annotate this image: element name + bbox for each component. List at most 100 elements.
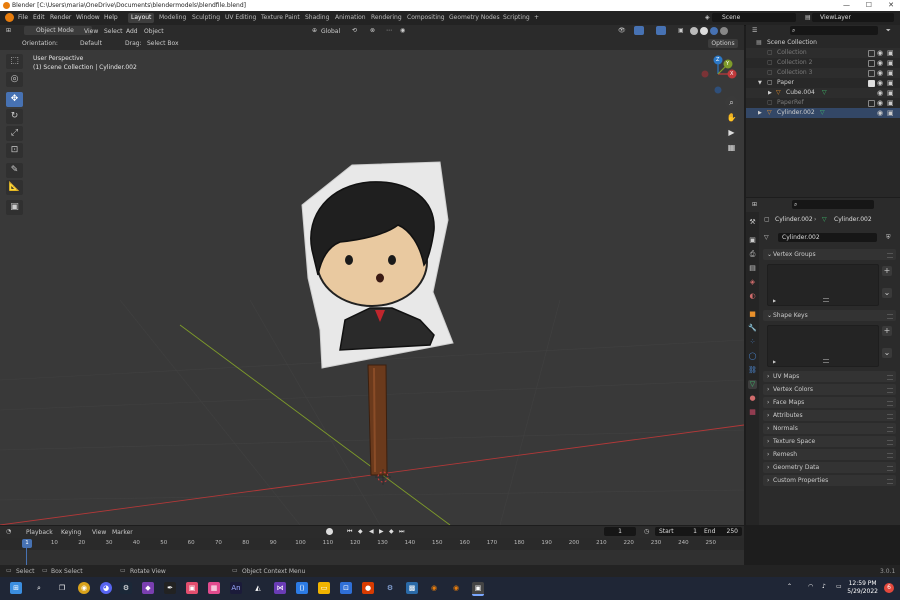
drag-grip-icon[interactable] xyxy=(887,253,893,258)
settings-icon[interactable]: ⚙ xyxy=(384,582,396,594)
editor-type-icon[interactable]: ⊞ xyxy=(6,27,11,34)
volume-icon[interactable]: ♪ xyxy=(822,583,826,590)
menu-marker[interactable]: Marker xyxy=(112,529,133,536)
task-view-icon[interactable]: ❐ xyxy=(56,582,68,594)
tray-chevron-icon[interactable]: ⌃ xyxy=(787,583,792,590)
menu-file[interactable]: File xyxy=(18,14,28,21)
snap-icon[interactable]: ⊗ xyxy=(370,27,375,34)
xray-icon[interactable]: ▣ xyxy=(678,27,684,34)
modifier-tab-icon[interactable]: 🔧 xyxy=(748,324,757,333)
drag-grip-icon[interactable] xyxy=(887,466,893,471)
file-explorer-icon[interactable]: ▭ xyxy=(318,582,330,594)
panel-remesh[interactable]: › Remesh xyxy=(763,449,896,460)
menu-select[interactable]: Select xyxy=(104,28,123,35)
tab-rendering[interactable]: Rendering xyxy=(368,13,405,23)
camera-icon[interactable]: ▣ xyxy=(887,48,894,58)
menu-object[interactable]: Object xyxy=(144,28,164,35)
playhead-marker[interactable]: 1 xyxy=(22,539,32,548)
notification-icon[interactable]: 6 xyxy=(884,583,894,593)
play-icon[interactable]: ▶ xyxy=(379,528,384,535)
panel-attributes[interactable]: › Attributes xyxy=(763,410,896,421)
eye-icon[interactable]: ◉ xyxy=(877,58,883,68)
timeline-ruler[interactable]: 0102030405060708090100110120130140150160… xyxy=(0,538,744,550)
photo-app-icon[interactable]: ▣ xyxy=(186,582,198,594)
list-expand-icon[interactable]: ▶ xyxy=(773,359,776,364)
unity-icon[interactable]: ◭ xyxy=(252,582,264,594)
gizmo-toggle-icon[interactable] xyxy=(634,26,644,35)
world-tab-icon[interactable]: ◐ xyxy=(748,292,757,301)
3d-viewport[interactable]: Z X Y User Perspective (1) Scene Collect… xyxy=(0,50,744,525)
select-box-tool-icon[interactable]: ⬚ xyxy=(6,54,23,69)
outliner-row-collection[interactable]: ▢ Collection ◉ ▣ xyxy=(746,48,900,58)
chrome-icon[interactable]: ◉ xyxy=(78,582,90,594)
jump-end-icon[interactable]: ⏭ xyxy=(399,528,404,536)
panel-vertex-colors[interactable]: › Vertex Colors xyxy=(763,384,896,395)
gizmo-neg-x-axis[interactable] xyxy=(701,70,709,78)
eye-icon[interactable]: ◉ xyxy=(877,78,883,88)
view-layer-selector[interactable]: ViewLayer xyxy=(812,13,894,22)
cursor-tool-icon[interactable]: ◎ xyxy=(6,72,23,87)
current-frame-field[interactable]: 1 xyxy=(604,527,636,536)
add-workspace-button[interactable]: + xyxy=(531,13,542,23)
snap-settings-icon[interactable]: ⋯ xyxy=(386,27,392,34)
menu-add[interactable]: Add xyxy=(126,28,138,35)
outliner-editor-icon[interactable]: ☰ xyxy=(752,27,757,34)
panel-normals[interactable]: › Normals xyxy=(763,423,896,434)
annotate-tool-icon[interactable]: ✎ xyxy=(6,163,23,178)
drag-grip-icon[interactable] xyxy=(887,427,893,432)
render-tab-icon[interactable]: ▣ xyxy=(748,236,757,245)
particles-tab-icon[interactable]: ⁘ xyxy=(748,338,757,347)
material-tab-icon[interactable]: ● xyxy=(748,394,757,403)
preview-range-icon[interactable]: ◷ xyxy=(644,528,649,535)
menu-view[interactable]: View xyxy=(84,28,98,35)
list-resize-grip-icon[interactable] xyxy=(823,298,829,302)
expand-arrow-icon[interactable]: ▶ xyxy=(758,108,762,118)
blender-window-icon[interactable]: ▣ xyxy=(472,582,484,596)
menu-playback[interactable]: Playback xyxy=(26,529,53,536)
vertex-groups-list[interactable]: ▶ xyxy=(767,264,879,306)
steam-icon[interactable]: ⚙ xyxy=(120,582,132,594)
menu-timeline-view[interactable]: View xyxy=(92,529,106,536)
shading-wireframe-icon[interactable] xyxy=(690,27,698,35)
properties-search-input[interactable]: ⌕ xyxy=(792,200,874,209)
tab-animation[interactable]: Animation xyxy=(332,13,369,23)
shading-rendered-icon[interactable] xyxy=(720,27,728,35)
proportional-edit-icon[interactable]: ◉ xyxy=(400,27,405,34)
eye-icon[interactable]: ◉ xyxy=(877,48,883,58)
add-shape-key-button[interactable]: + xyxy=(882,326,892,336)
record-icon[interactable] xyxy=(326,528,333,535)
menu-edit[interactable]: Edit xyxy=(33,14,45,21)
tab-sculpting[interactable]: Sculpting xyxy=(189,13,223,23)
list-expand-icon[interactable]: ▶ xyxy=(773,298,776,303)
start-frame-field[interactable]: Start 1 xyxy=(655,527,701,536)
tab-compositing[interactable]: Compositing xyxy=(404,13,448,23)
scene-selector[interactable]: Scene xyxy=(712,13,796,22)
exclude-checkbox[interactable] xyxy=(868,100,875,107)
taskbar-clock[interactable]: 12:59 PM 5/29/2022 xyxy=(847,580,878,596)
tool-tab-icon[interactable]: ⚒ xyxy=(748,218,757,227)
panel-custom-properties[interactable]: › Custom Properties xyxy=(763,475,896,486)
measure-tool-icon[interactable]: 📐 xyxy=(6,180,23,195)
drag-grip-icon[interactable] xyxy=(887,314,893,319)
data-tab-icon[interactable]: ▽ xyxy=(748,380,757,389)
next-keyframe-icon[interactable]: ◆ xyxy=(389,528,394,535)
drag-grip-icon[interactable] xyxy=(887,401,893,406)
tab-layout[interactable]: Layout xyxy=(128,13,155,23)
constraints-tab-icon[interactable]: ⛓ xyxy=(748,366,757,375)
menu-keying[interactable]: Keying xyxy=(61,529,81,536)
shape-keys-list[interactable]: ▶ xyxy=(767,325,879,367)
tab-uv-editing[interactable]: UV Editing xyxy=(222,13,259,23)
timeline-editor-icon[interactable]: ◔ xyxy=(6,528,11,535)
view-layer-tab-icon[interactable]: ▤ xyxy=(748,264,757,273)
play-reverse-icon[interactable]: ◀ xyxy=(369,528,374,535)
object-tab-icon[interactable]: ■ xyxy=(748,310,757,319)
outliner-search-input[interactable]: ⌕ xyxy=(790,26,878,35)
photoshop-icon[interactable]: ▩ xyxy=(406,582,418,594)
outliner-row-paper[interactable]: ▼ ▢ Paper ◉ ▣ xyxy=(746,78,900,88)
texture-tab-icon[interactable]: ▦ xyxy=(748,408,757,417)
eye-icon[interactable]: ◉ xyxy=(877,68,883,78)
code-editor-icon[interactable]: ⟨⟩ xyxy=(296,582,308,594)
outliner-row-scene-collection[interactable]: ▦ Scene Collection xyxy=(746,38,900,48)
gizmo-neg-z-axis[interactable] xyxy=(714,86,722,94)
vertex-group-specials-icon[interactable]: ⌄ xyxy=(882,288,892,298)
